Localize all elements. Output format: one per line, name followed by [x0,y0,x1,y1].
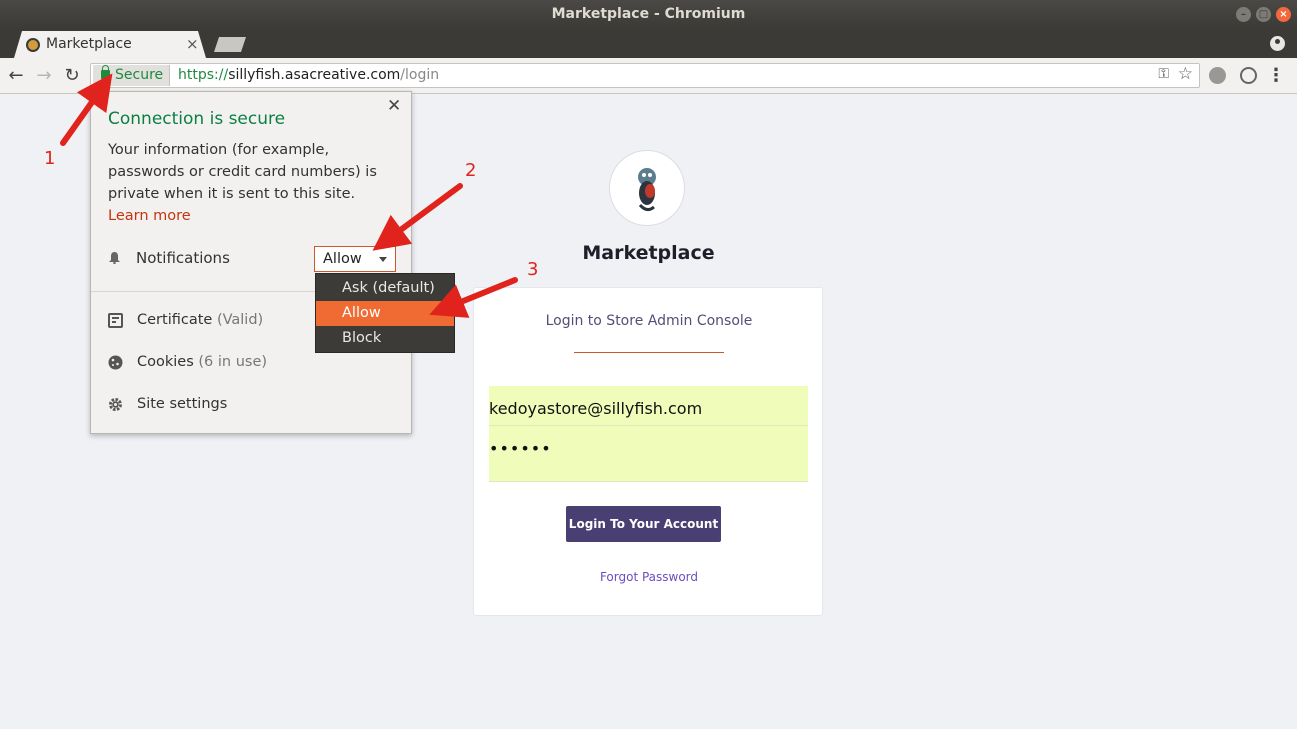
lock-icon [101,65,110,79]
window-controls: – □ × [1236,7,1291,22]
site-settings-label: Site settings [137,396,228,412]
gear-icon [109,398,122,411]
window-title: Marketplace - Chromium [551,6,746,22]
annotation-number-3: 3 [527,259,539,280]
notifications-label: Notifications [136,249,230,267]
notifications-dropdown-menu: Ask (default) Allow Block [315,273,455,353]
url-scheme: https:// [178,67,229,83]
reload-button[interactable]: ↻ [61,65,83,86]
login-card: Login to Store Admin Console kedoyastore… [473,287,823,616]
new-tab-button[interactable] [214,37,246,52]
url-text[interactable]: https://sillyfish.asacreative.com/login [178,65,439,86]
url-path: /login [400,67,440,83]
connection-description: Your information (for example, passwords… [108,139,398,227]
annotation-number-2: 2 [465,160,477,181]
tab-marketplace[interactable]: Marketplace × [14,31,206,58]
back-button[interactable]: ← [5,65,27,86]
favicon-icon [26,38,40,52]
forward-button[interactable]: → [33,65,55,86]
connection-description-text: Your information (for example, passwords… [108,142,377,202]
window-titlebar: Marketplace - Chromium – □ × [0,0,1297,29]
extension-sync-icon[interactable] [1240,67,1257,84]
dropdown-option-ask[interactable]: Ask (default) [316,276,454,301]
forgot-password-link[interactable]: Forgot Password [474,570,824,584]
notifications-select-value: Allow [323,251,362,267]
close-icon[interactable]: ✕ [387,96,401,116]
divider [574,352,724,353]
url-host: sillyfish.asacreative.com [228,67,401,83]
chevron-down-icon [379,257,387,262]
store-logo [609,150,685,226]
fish-mascot-icon [638,168,656,212]
certificate-status: (Valid) [216,312,264,328]
site-info-popup: ✕ Connection is secure Your information … [90,91,412,434]
certificate-label: Certificate [137,312,213,328]
email-field[interactable]: kedoyastore@sillyfish.com [489,386,808,426]
dropdown-option-allow[interactable]: Allow [316,301,454,326]
tab-close-icon[interactable]: × [186,35,199,53]
extension-globe-icon[interactable] [1209,67,1226,84]
password-field[interactable]: •••••• [489,426,808,482]
secure-label: Secure [115,67,164,83]
bookmark-star-icon[interactable]: ☆ [1178,64,1193,84]
secure-chip[interactable]: Secure [93,65,171,86]
learn-more-link[interactable]: Learn more [108,208,191,224]
address-bar[interactable]: Secure https://sillyfish.asacreative.com… [90,63,1200,88]
annotation-number-1: 1 [44,148,56,169]
minimize-icon[interactable]: – [1236,7,1251,22]
notifications-select[interactable]: Allow [314,246,396,272]
cookies-status: (6 in use) [198,354,268,370]
connection-status-title: Connection is secure [108,109,286,129]
bell-icon [109,252,120,264]
close-window-icon[interactable]: × [1276,7,1291,22]
maximize-icon[interactable]: □ [1256,7,1271,22]
login-button[interactable]: Login To Your Account [566,506,721,542]
login-card-title: Login to Store Admin Console [545,313,753,329]
cookies-label: Cookies [137,354,194,370]
key-icon[interactable]: ⚿ [1158,66,1169,82]
certificate-icon [108,313,123,328]
browser-toolbar: ← → ↻ Secure https://sillyfish.asacreati… [0,58,1297,94]
dropdown-option-block[interactable]: Block [316,326,454,351]
tab-strip: Marketplace × [0,29,1297,58]
tab-title: Marketplace [46,36,132,52]
menu-icon[interactable]: ⋮ [1267,65,1285,86]
profile-icon[interactable] [1270,36,1285,51]
notifications-permission-row: Notifications Allow [108,246,398,272]
cookie-icon [108,355,123,370]
